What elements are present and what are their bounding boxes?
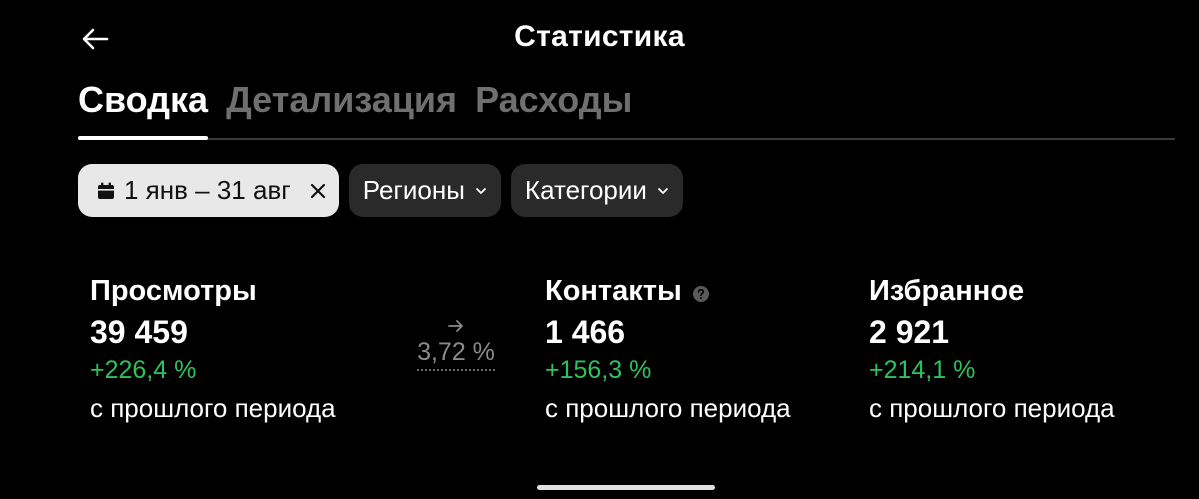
metric-subtitle: с прошлого периода <box>90 393 336 423</box>
metric-label-text: Контакты <box>545 275 682 307</box>
help-circle-icon <box>692 286 709 302</box>
clear-date-button[interactable] <box>309 182 327 200</box>
categories-label: Категории <box>524 175 647 205</box>
metric-value: 2 921 <box>869 314 950 350</box>
tab-expenses[interactable]: Расходы <box>475 76 632 138</box>
metric-views: Просмотры 39 459 +226,4 % с прошлого пер… <box>90 274 336 426</box>
metric-label-text: Просмотры <box>90 275 257 307</box>
metric-value: 1 466 <box>545 314 626 350</box>
conversion-value: 3,72 % <box>417 338 495 371</box>
arrow-right-icon <box>448 320 463 332</box>
metric-label: Просмотры <box>90 274 336 308</box>
metric-change: +156,3 % <box>545 356 652 384</box>
chevron-down-icon <box>658 187 668 194</box>
categories-dropdown[interactable]: Категории <box>510 164 683 217</box>
close-icon <box>310 183 325 198</box>
calendar-icon <box>98 182 114 199</box>
metric-label-text: Избранное <box>869 275 1025 307</box>
page-title: Статистика <box>514 20 685 53</box>
metric-subtitle: с прошлого периода <box>869 393 1115 423</box>
top-bar: Статистика <box>0 0 1199 80</box>
tab-summary[interactable]: Сводка <box>78 76 209 140</box>
regions-dropdown[interactable]: Регионы <box>348 164 501 217</box>
metric-favorites: Избранное 2 921 +214,1 % с прошлого пери… <box>869 274 1115 426</box>
filter-bar: 1 янв – 31 авг Регионы Категории <box>78 164 683 217</box>
tab-bar: Сводка Детализация Расходы <box>78 76 1175 140</box>
metric-change: +226,4 % <box>90 356 197 384</box>
metric-contacts: Контакты 1 466 +156,3 % с прошлого перио… <box>545 274 791 426</box>
metric-subtitle: с прошлого периода <box>545 393 791 423</box>
help-button[interactable] <box>692 285 710 303</box>
metric-label: Избранное <box>869 274 1115 308</box>
date-range-label: 1 янв – 31 авг <box>124 175 291 205</box>
date-range-chip[interactable]: 1 янв – 31 авг <box>78 164 339 217</box>
chevron-down-icon <box>476 187 486 194</box>
metric-label: Контакты <box>545 274 791 308</box>
conversion-rate[interactable]: 3,72 % <box>410 318 502 371</box>
tab-details[interactable]: Детализация <box>226 76 457 138</box>
home-indicator[interactable] <box>537 485 715 490</box>
regions-label: Регионы <box>362 175 465 205</box>
metric-value: 39 459 <box>90 314 188 350</box>
metric-change: +214,1 % <box>869 356 976 384</box>
